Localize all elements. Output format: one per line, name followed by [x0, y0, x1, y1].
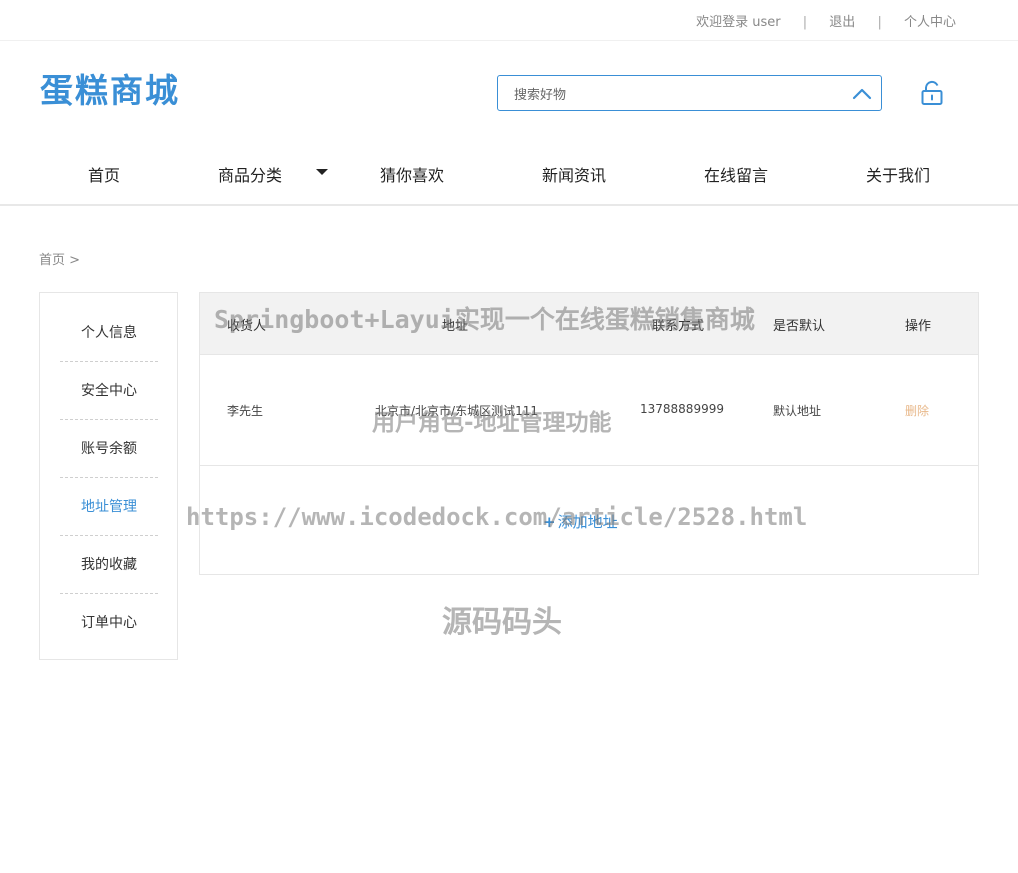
nav-news[interactable]: 新闻资讯: [542, 162, 606, 186]
logout-link[interactable]: 退出: [829, 11, 855, 30]
nav-categories[interactable]: 商品分类: [218, 162, 282, 186]
nav-about[interactable]: 关于我们: [866, 162, 930, 186]
caret-down-icon[interactable]: [316, 169, 328, 175]
chevron-up-icon[interactable]: [851, 83, 873, 105]
column-header-default: 是否默认: [773, 319, 826, 334]
sidebar-item-security[interactable]: 安全中心: [60, 362, 158, 420]
user-center-link[interactable]: 个人中心: [904, 11, 956, 30]
search-input[interactable]: [512, 84, 836, 106]
separator: |: [877, 15, 882, 30]
phone-number: 13788889999: [640, 402, 724, 416]
sidebar-item-profile[interactable]: 个人信息: [60, 304, 158, 362]
delete-link[interactable]: 删除: [905, 402, 929, 419]
top-links: 欢迎登录 user | 退出 | 个人中心: [696, 11, 956, 30]
nav-home[interactable]: 首页: [88, 162, 120, 186]
main-nav: 首页 商品分类 猜你喜欢 新闻资讯 在线留言 关于我们: [0, 150, 1018, 206]
sidebar-item-orders[interactable]: 订单中心: [60, 594, 158, 652]
top-bar: 欢迎登录 user | 退出 | 个人中心: [0, 0, 1018, 41]
watermark-title: Springboot+Layui实现一个在线蛋糕销售商城: [214, 305, 755, 334]
watermark-subtitle: 用户角色-地址管理功能: [372, 410, 612, 436]
column-header-action: 操作: [905, 319, 932, 334]
nav-message[interactable]: 在线留言: [704, 162, 768, 186]
site-logo[interactable]: 蛋糕商城: [40, 64, 180, 112]
sidebar-item-address[interactable]: 地址管理: [60, 478, 158, 536]
search-box: [497, 75, 882, 111]
separator: |: [802, 15, 808, 30]
unlock-icon[interactable]: [919, 80, 945, 106]
account-sidebar: 个人信息 安全中心 账号余额 地址管理 我的收藏 订单中心: [39, 292, 178, 660]
default-badge: 默认地址: [773, 404, 822, 418]
sidebar-item-favorites[interactable]: 我的收藏: [60, 536, 158, 594]
nav-guess-you-like[interactable]: 猜你喜欢: [380, 162, 444, 186]
recipient-name: 李先生: [227, 404, 264, 418]
sidebar-item-balance[interactable]: 账号余额: [60, 420, 158, 478]
welcome-text: 欢迎登录 user: [696, 15, 781, 30]
watermark-brand: 源码码头: [442, 605, 562, 640]
watermark-url: https://www.icodedock.com/article/2528.h…: [186, 503, 808, 531]
breadcrumb[interactable]: 首页 >: [39, 249, 80, 268]
